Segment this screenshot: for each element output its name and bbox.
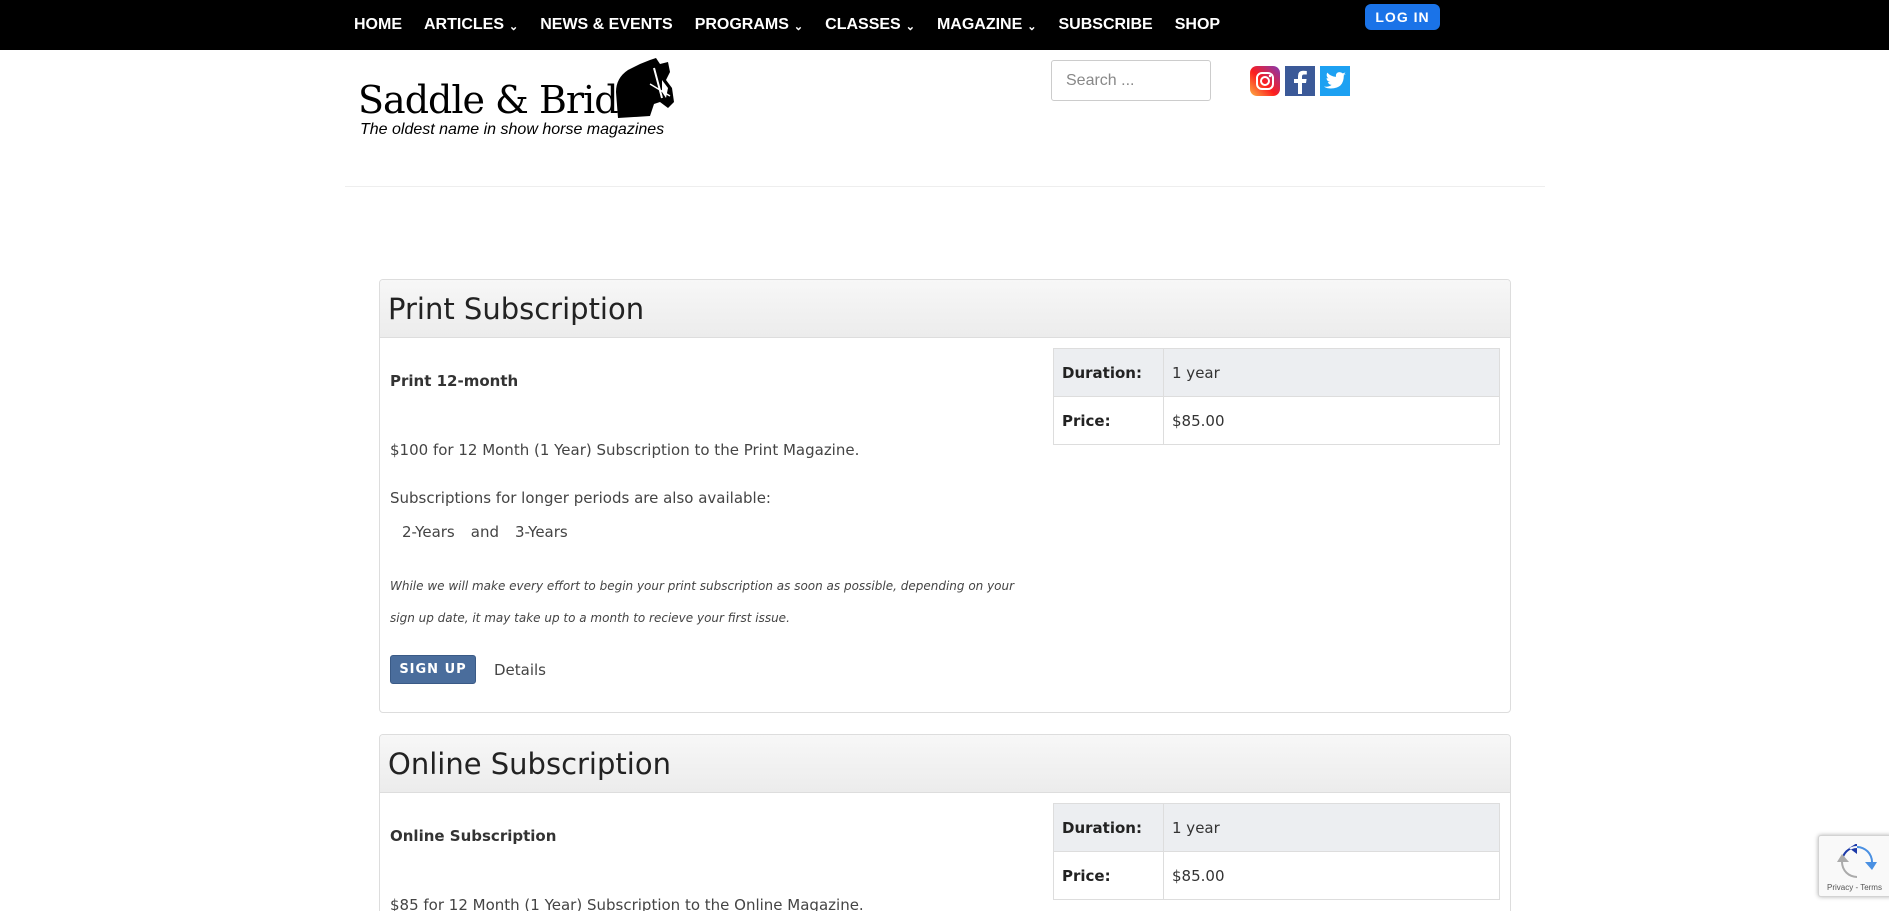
nav-shop[interactable]: SHOP bbox=[1175, 16, 1220, 34]
subscription-description: $85 for 12 Month (1 Year) Subscription t… bbox=[390, 896, 864, 911]
subscription-name: Print 12-month bbox=[390, 372, 519, 390]
nav-articles-label: ARTICLES bbox=[424, 16, 504, 33]
facebook-icon[interactable] bbox=[1285, 66, 1315, 96]
subscription-note: While we will make every effort to begin… bbox=[390, 579, 1015, 625]
recaptcha-links[interactable]: Privacy - Terms bbox=[1827, 883, 1882, 892]
logo-title: Saddle & Bridle bbox=[358, 78, 651, 122]
site-logo[interactable]: Saddle & Bridle The oldest name in show … bbox=[358, 58, 678, 143]
nav-classes[interactable]: CLASSES ⌄ bbox=[825, 16, 915, 34]
nav-subscribe-label: SUBSCRIBE bbox=[1058, 16, 1153, 33]
duration-label: Duration: bbox=[1053, 803, 1164, 852]
header-divider bbox=[345, 186, 1545, 187]
table-row: Price: $85.00 bbox=[1053, 851, 1500, 900]
nav-home-label: HOME bbox=[354, 16, 402, 33]
duration-label: Duration: bbox=[1053, 348, 1164, 397]
logo-tagline: The oldest name in show horse magazines bbox=[360, 121, 665, 138]
nav-magazine-label: MAGAZINE bbox=[936, 16, 1023, 33]
nav-shop-label: SHOP bbox=[1174, 16, 1221, 33]
panel-header: Online Subscription bbox=[380, 735, 1510, 793]
nav-programs[interactable]: PROGRAMS ⌄ bbox=[695, 16, 803, 34]
instagram-icon[interactable] bbox=[1250, 66, 1280, 96]
main-nav: HOME ARTICLES ⌄ NEWS & EVENTS PROGRAMS ⌄ C… bbox=[354, 0, 1242, 50]
price-label: Price: bbox=[1053, 396, 1164, 445]
table-row: Price: $85.00 bbox=[1053, 396, 1500, 445]
longer-periods-text: Subscriptions for longer periods are als… bbox=[390, 489, 771, 507]
subscription-info-table: Duration: 1 year Price: $85.00 bbox=[1053, 803, 1500, 900]
search-input[interactable] bbox=[1051, 60, 1211, 101]
recaptcha-icon bbox=[1837, 844, 1877, 878]
nav-classes-label: CLASSES bbox=[825, 16, 901, 33]
chevron-down-icon: ⌄ bbox=[793, 20, 804, 33]
nav-home[interactable]: HOME bbox=[354, 16, 402, 34]
subscription-description: $100 for 12 Month (1 Year) Subscription … bbox=[390, 441, 860, 459]
table-row: Duration: 1 year bbox=[1053, 803, 1500, 852]
signup-button[interactable]: SIGN UP bbox=[390, 655, 476, 684]
chevron-down-icon: ⌄ bbox=[1027, 20, 1037, 33]
online-subscription-panel: Online Subscription Online Subscription … bbox=[379, 734, 1511, 911]
top-navbar: HOME ARTICLES ⌄ NEWS & EVENTS PROGRAMS ⌄ C… bbox=[0, 0, 1889, 50]
nav-programs-label: PROGRAMS bbox=[694, 16, 789, 33]
subscription-info-table: Duration: 1 year Price: $85.00 bbox=[1053, 348, 1500, 445]
print-subscription-panel: Print Subscription Print 12-month $100 f… bbox=[379, 279, 1511, 713]
subscription-name: Online Subscription bbox=[390, 827, 557, 845]
panel-header: Print Subscription bbox=[380, 280, 1510, 338]
price-value: $85.00 bbox=[1163, 851, 1500, 900]
duration-value: 1 year bbox=[1163, 348, 1500, 397]
recaptcha-badge[interactable]: Privacy - Terms bbox=[1818, 835, 1889, 897]
nav-subscribe[interactable]: SUBSCRIBE bbox=[1058, 16, 1152, 34]
price-value: $85.00 bbox=[1163, 396, 1500, 445]
login-button[interactable]: LOG IN bbox=[1365, 4, 1440, 30]
chevron-down-icon: ⌄ bbox=[509, 20, 519, 33]
three-years-link[interactable]: 3-Years bbox=[515, 523, 568, 541]
nav-magazine[interactable]: MAGAZINE ⌄ bbox=[937, 16, 1037, 34]
details-link[interactable]: Details bbox=[494, 661, 546, 679]
two-years-link[interactable]: 2-Years bbox=[402, 523, 455, 541]
period-links: 2-Years and 3-Years bbox=[402, 523, 568, 541]
panel-title: Print Subscription bbox=[388, 291, 645, 326]
table-row: Duration: 1 year bbox=[1053, 348, 1500, 397]
price-label: Price: bbox=[1053, 851, 1164, 900]
nav-articles[interactable]: ARTICLES ⌄ bbox=[424, 16, 518, 34]
duration-value: 1 year bbox=[1163, 803, 1500, 852]
and-text: and bbox=[470, 523, 499, 541]
horse-head-icon bbox=[616, 58, 674, 118]
panel-title: Online Subscription bbox=[388, 746, 671, 781]
twitter-icon[interactable] bbox=[1320, 66, 1350, 96]
nav-news-events-label: NEWS & EVENTS bbox=[540, 16, 673, 33]
chevron-down-icon: ⌄ bbox=[905, 20, 915, 33]
nav-news-events[interactable]: NEWS & EVENTS bbox=[540, 16, 672, 34]
